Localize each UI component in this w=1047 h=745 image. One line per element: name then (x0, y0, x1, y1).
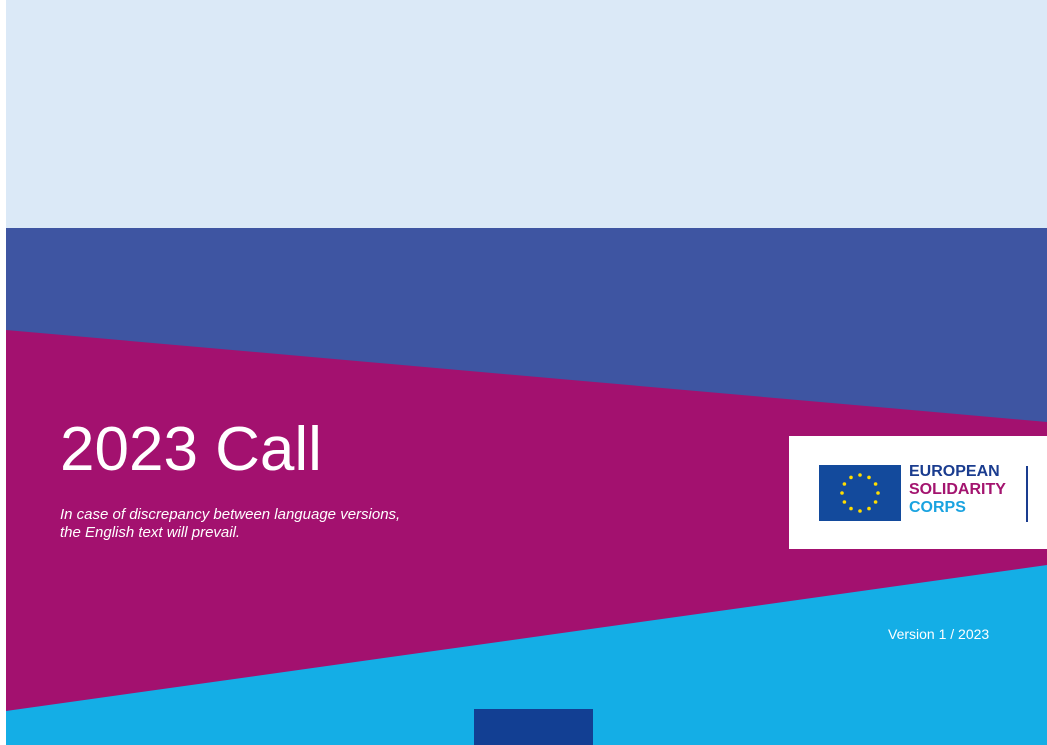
logo-word-corps: CORPS (909, 499, 966, 516)
light-blue-band (6, 0, 1047, 229)
european-solidarity-corps-logo: EUROPEAN SOLIDARITY CORPS (789, 436, 1047, 549)
bottom-accent-block (474, 709, 593, 745)
cover-page: 2023 Call In case of discrepancy between… (0, 0, 1047, 745)
eu-flag-icon (819, 465, 901, 521)
logo-wordmark: EUROPEAN SOLIDARITY CORPS (909, 463, 1006, 517)
version-label: Version 1 / 2023 (888, 626, 990, 642)
cover-title: 2023 Call (60, 415, 322, 484)
logo-divider (1026, 466, 1028, 522)
disclaimer-line-1: In case of discrepancy between language … (60, 506, 401, 523)
logo-word-solidarity: SOLIDARITY (909, 481, 1006, 498)
logo-word-european: EUROPEAN (909, 463, 1000, 480)
disclaimer-line-2: the English text will prevail. (60, 524, 241, 541)
language-disclaimer: In case of discrepancy between language … (60, 506, 500, 542)
